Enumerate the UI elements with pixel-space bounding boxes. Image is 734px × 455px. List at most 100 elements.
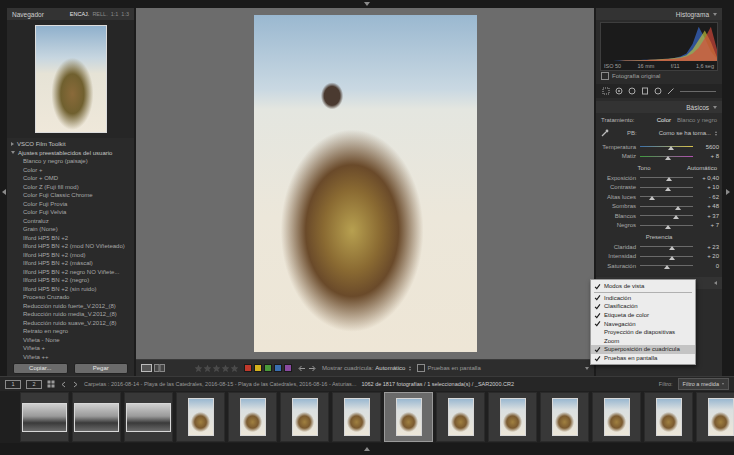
soft-proof-checkbox[interactable] <box>417 364 425 372</box>
down-icon[interactable] <box>715 134 717 136</box>
preset-group[interactable]: Ajustes preestablecidos del usuario <box>11 149 134 158</box>
rotate-right-icon[interactable] <box>308 365 316 372</box>
star-icon[interactable] <box>222 365 229 372</box>
preset-item[interactable]: Proceso Cruzado <box>11 293 134 302</box>
slider-knob[interactable] <box>665 156 671 160</box>
original-photo-toggle[interactable]: Fotografía original <box>596 71 722 81</box>
slider-track[interactable] <box>640 225 693 226</box>
zoom-option[interactable]: 1:3 <box>121 11 129 17</box>
menu-item[interactable]: Proyección de diapositivas <box>591 328 695 337</box>
menu-item[interactable]: Superposición de cuadrícula <box>591 345 695 354</box>
original-photo-checkbox[interactable] <box>601 72 609 80</box>
preset-item[interactable]: Viñeta ++ <box>11 353 134 361</box>
slider-track[interactable] <box>640 256 693 257</box>
spot-removal-icon[interactable] <box>615 87 623 95</box>
menu-item[interactable]: Zoom <box>591 337 695 346</box>
grid-value[interactable]: Automático <box>375 365 405 371</box>
toolbar-menu-icon[interactable] <box>585 367 589 370</box>
slider-value[interactable]: 0 <box>697 263 719 269</box>
auto-tone-button[interactable]: Automático <box>687 165 717 171</box>
photo[interactable] <box>254 15 477 352</box>
grid-view-icon[interactable] <box>47 380 55 388</box>
filmstrip-thumb[interactable] <box>124 392 173 442</box>
preset-item[interactable]: Viñeta + <box>11 344 134 353</box>
slider-knob[interactable] <box>669 256 675 260</box>
star-icon[interactable] <box>195 365 202 372</box>
preset-item[interactable]: Color + OMD <box>11 174 134 183</box>
slider-knob[interactable] <box>665 225 671 229</box>
star-icon[interactable] <box>231 365 238 372</box>
crop-icon[interactable] <box>602 87 610 95</box>
up-icon[interactable] <box>409 366 411 368</box>
radial-filter-icon[interactable] <box>654 87 662 95</box>
brush-icon[interactable] <box>667 87 675 95</box>
preset-item[interactable]: Color + <box>11 166 134 175</box>
menu-item[interactable]: Pruebas en pantalla <box>591 354 695 363</box>
preset-item[interactable]: Contraluz <box>11 217 134 226</box>
menu-item[interactable]: Modos de vista <box>591 282 695 291</box>
color-label[interactable] <box>244 364 252 372</box>
compare-view-icon[interactable] <box>154 364 165 372</box>
collapse-icon[interactable] <box>713 106 717 109</box>
preset-item[interactable]: Ilford HP5 BN +2 (mod) <box>11 251 134 260</box>
back-icon[interactable] <box>60 381 67 388</box>
preset-item[interactable]: Ilford HP5 BN +2 (mod NO Viñeteado) <box>11 242 134 251</box>
preset-group[interactable]: VSCO Film Toolkit <box>11 140 134 149</box>
down-icon[interactable] <box>409 369 411 371</box>
filter-select[interactable]: Filtro a medida <box>678 378 729 390</box>
soft-proof-toggle[interactable]: Pruebas en pantalla <box>417 364 480 372</box>
histogram-header[interactable]: Histograma <box>596 8 722 20</box>
slider-track[interactable] <box>640 265 693 266</box>
slider-knob[interactable] <box>668 146 674 150</box>
tool-slider[interactable] <box>680 91 716 92</box>
preset-item[interactable]: Color Fuji Classic Chrome <box>11 191 134 200</box>
slider-track[interactable] <box>640 206 693 207</box>
slider-knob[interactable] <box>673 215 679 219</box>
slider-value[interactable]: + 48 <box>697 203 719 209</box>
preset-item[interactable]: Color Z (Fuji fill mod) <box>11 183 134 192</box>
slider-track[interactable] <box>640 156 693 157</box>
star-icon[interactable] <box>213 365 220 372</box>
filmstrip-thumb[interactable] <box>72 392 121 442</box>
filmstrip-thumb[interactable] <box>20 392 69 442</box>
collapse-icon[interactable] <box>713 13 717 16</box>
slider-track[interactable] <box>640 246 693 247</box>
filmstrip-thumb[interactable] <box>644 392 693 442</box>
menu-item[interactable]: Etiqueta de color <box>591 311 695 320</box>
forward-icon[interactable] <box>72 381 79 388</box>
menu-item[interactable]: Clasificación <box>591 302 695 311</box>
menu-item[interactable]: Navegación <box>591 319 695 328</box>
preset-item[interactable]: Grain (None) <box>11 225 134 234</box>
treatment-option[interactable]: Color <box>657 117 671 123</box>
slider-track[interactable] <box>640 146 693 147</box>
color-label[interactable] <box>274 364 282 372</box>
grid-stepper[interactable] <box>409 366 411 371</box>
filmstrip-thumb[interactable] <box>176 392 225 442</box>
red-eye-icon[interactable] <box>628 87 636 95</box>
slider-track[interactable] <box>640 215 693 216</box>
monitor-button[interactable]: 1 <box>5 380 21 389</box>
preset-item[interactable]: Ilford HP5 BN +2 <box>11 234 134 243</box>
preset-item[interactable]: Ilford HP5 BN +2 (negro) <box>11 276 134 285</box>
slider-knob[interactable] <box>669 246 675 250</box>
graduated-filter-icon[interactable] <box>641 87 649 95</box>
slider-knob[interactable] <box>665 187 671 191</box>
slider-value[interactable]: + 20 <box>697 253 719 259</box>
collapse-bottom-icon[interactable] <box>364 447 370 451</box>
preset-item[interactable]: Color Fuji Velvia <box>11 208 134 217</box>
zoom-option[interactable]: RELL. <box>92 11 107 17</box>
slider-track[interactable] <box>640 177 693 178</box>
collapse-right-icon[interactable] <box>726 189 730 195</box>
expand-icon[interactable] <box>714 281 717 285</box>
eyedropper-icon[interactable] <box>601 129 609 137</box>
slider-value[interactable]: + 7 <box>697 222 719 228</box>
slider-track[interactable] <box>640 187 693 188</box>
rotate-left-icon[interactable] <box>298 365 306 372</box>
preset-item[interactable]: Ilford HP5 BN +2 (máscal) <box>11 259 134 268</box>
preset-item[interactable]: Color Fuji Provia <box>11 200 134 209</box>
slider-knob[interactable] <box>664 265 670 269</box>
preset-item[interactable]: Retrato en negro <box>11 327 134 336</box>
slider-value[interactable]: + 0,40 <box>697 175 719 181</box>
expand-icon[interactable] <box>11 142 14 146</box>
source-path[interactable]: Carpetas : 2016-08-14 - Playa de las Cat… <box>84 381 356 387</box>
